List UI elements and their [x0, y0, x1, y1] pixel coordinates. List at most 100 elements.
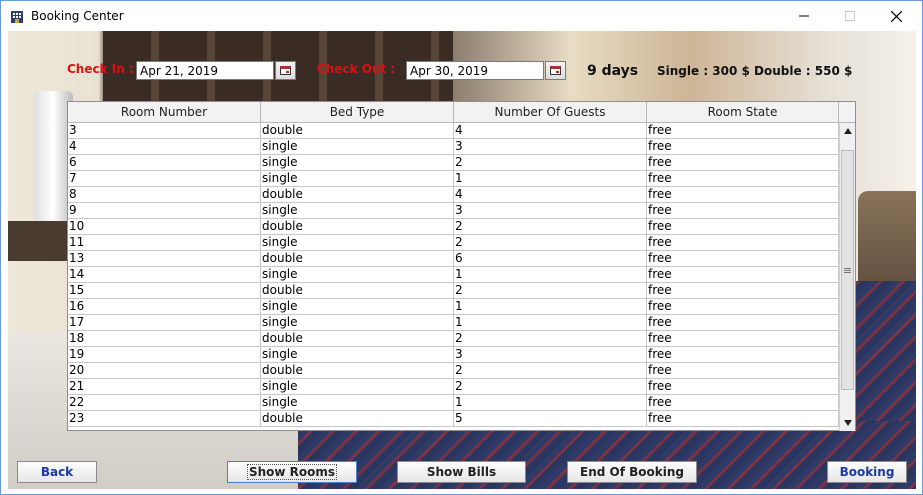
- bed-type-cell[interactable]: single: [261, 203, 454, 219]
- scroll-thumb[interactable]: [841, 150, 854, 390]
- room-state-cell[interactable]: free: [647, 187, 839, 203]
- column-header-room-number[interactable]: Room Number: [68, 102, 261, 123]
- number-of-guests-cell[interactable]: 1: [454, 315, 647, 331]
- number-of-guests-cell[interactable]: 2: [454, 331, 647, 347]
- number-of-guests-cell[interactable]: 4: [454, 123, 647, 139]
- bed-type-cell[interactable]: double: [261, 331, 454, 347]
- number-of-guests-cell[interactable]: 3: [454, 347, 647, 363]
- room-number-cell[interactable]: 7: [68, 171, 261, 187]
- room-number-cell[interactable]: 9: [68, 203, 261, 219]
- back-button[interactable]: Back: [17, 461, 97, 483]
- room-number-cell[interactable]: 14: [68, 267, 261, 283]
- room-state-cell[interactable]: free: [647, 283, 839, 299]
- table-row[interactable]: 17 single 1 free: [68, 315, 839, 331]
- column-header-number-of-guests[interactable]: Number Of Guests: [454, 102, 647, 123]
- number-of-guests-cell[interactable]: 2: [454, 363, 647, 379]
- table-row[interactable]: 3 double 4 free: [68, 123, 839, 139]
- bed-type-cell[interactable]: double: [261, 363, 454, 379]
- room-number-cell[interactable]: 21: [68, 379, 261, 395]
- show-bills-button[interactable]: Show Bills: [397, 461, 526, 483]
- show-rooms-button[interactable]: Show Rooms: [227, 461, 357, 483]
- bed-type-cell[interactable]: single: [261, 155, 454, 171]
- column-header-bed-type[interactable]: Bed Type: [261, 102, 454, 123]
- table-row[interactable]: 20 double 2 free: [68, 363, 839, 379]
- table-row[interactable]: 8 double 4 free: [68, 187, 839, 203]
- number-of-guests-cell[interactable]: 3: [454, 203, 647, 219]
- end-of-booking-button[interactable]: End Of Booking: [567, 461, 697, 483]
- rooms-table[interactable]: Room Number Bed Type Number Of Guests Ro…: [67, 101, 856, 431]
- check-in-calendar-button[interactable]: [275, 61, 296, 80]
- table-row[interactable]: 6 single 2 free: [68, 155, 839, 171]
- bed-type-cell[interactable]: single: [261, 235, 454, 251]
- table-row[interactable]: 9 single 3 free: [68, 203, 839, 219]
- maximize-button[interactable]: [827, 1, 873, 31]
- room-number-cell[interactable]: 18: [68, 331, 261, 347]
- table-row[interactable]: 13 double 6 free: [68, 251, 839, 267]
- table-row[interactable]: 4 single 3 free: [68, 139, 839, 155]
- table-row[interactable]: 7 single 1 free: [68, 171, 839, 187]
- bed-type-cell[interactable]: single: [261, 315, 454, 331]
- bed-type-cell[interactable]: single: [261, 299, 454, 315]
- room-state-cell[interactable]: free: [647, 219, 839, 235]
- table-row[interactable]: 23 double 5 free: [68, 411, 839, 427]
- booking-button[interactable]: Booking: [827, 461, 907, 483]
- bed-type-cell[interactable]: double: [261, 283, 454, 299]
- number-of-guests-cell[interactable]: 1: [454, 395, 647, 411]
- number-of-guests-cell[interactable]: 2: [454, 235, 647, 251]
- table-row[interactable]: 19 single 3 free: [68, 347, 839, 363]
- title-bar[interactable]: Booking Center: [1, 1, 922, 31]
- room-state-cell[interactable]: free: [647, 315, 839, 331]
- room-state-cell[interactable]: free: [647, 235, 839, 251]
- scroll-up-button[interactable]: [840, 123, 856, 139]
- check-in-date-field[interactable]: Apr 21, 2019: [136, 61, 274, 80]
- table-row[interactable]: 16 single 1 free: [68, 299, 839, 315]
- table-row[interactable]: 15 double 2 free: [68, 283, 839, 299]
- number-of-guests-cell[interactable]: 5: [454, 411, 647, 427]
- table-row[interactable]: 11 single 2 free: [68, 235, 839, 251]
- room-number-cell[interactable]: 23: [68, 411, 261, 427]
- room-state-cell[interactable]: free: [647, 331, 839, 347]
- number-of-guests-cell[interactable]: 1: [454, 267, 647, 283]
- room-state-cell[interactable]: free: [647, 203, 839, 219]
- room-number-cell[interactable]: 11: [68, 235, 261, 251]
- bed-type-cell[interactable]: single: [261, 347, 454, 363]
- room-state-cell[interactable]: free: [647, 395, 839, 411]
- bed-type-cell[interactable]: single: [261, 171, 454, 187]
- bed-type-cell[interactable]: double: [261, 219, 454, 235]
- bed-type-cell[interactable]: double: [261, 251, 454, 267]
- check-out-date-field[interactable]: Apr 30, 2019: [406, 61, 544, 80]
- number-of-guests-cell[interactable]: 1: [454, 299, 647, 315]
- table-row[interactable]: 14 single 1 free: [68, 267, 839, 283]
- room-state-cell[interactable]: free: [647, 267, 839, 283]
- number-of-guests-cell[interactable]: 4: [454, 187, 647, 203]
- room-number-cell[interactable]: 3: [68, 123, 261, 139]
- bed-type-cell[interactable]: single: [261, 379, 454, 395]
- room-number-cell[interactable]: 19: [68, 347, 261, 363]
- room-state-cell[interactable]: free: [647, 299, 839, 315]
- bed-type-cell[interactable]: single: [261, 139, 454, 155]
- room-number-cell[interactable]: 10: [68, 219, 261, 235]
- room-number-cell[interactable]: 20: [68, 363, 261, 379]
- scroll-down-button[interactable]: [840, 415, 856, 431]
- table-row[interactable]: 21 single 2 free: [68, 379, 839, 395]
- room-state-cell[interactable]: free: [647, 411, 839, 427]
- table-row[interactable]: 10 double 2 free: [68, 219, 839, 235]
- bed-type-cell[interactable]: double: [261, 187, 454, 203]
- table-row[interactable]: 18 double 2 free: [68, 331, 839, 347]
- check-out-calendar-button[interactable]: [545, 61, 566, 80]
- room-number-cell[interactable]: 17: [68, 315, 261, 331]
- room-state-cell[interactable]: free: [647, 171, 839, 187]
- number-of-guests-cell[interactable]: 6: [454, 251, 647, 267]
- vertical-scrollbar[interactable]: [839, 123, 855, 431]
- room-number-cell[interactable]: 13: [68, 251, 261, 267]
- room-state-cell[interactable]: free: [647, 379, 839, 395]
- room-number-cell[interactable]: 16: [68, 299, 261, 315]
- bed-type-cell[interactable]: single: [261, 267, 454, 283]
- number-of-guests-cell[interactable]: 2: [454, 283, 647, 299]
- number-of-guests-cell[interactable]: 3: [454, 139, 647, 155]
- room-number-cell[interactable]: 4: [68, 139, 261, 155]
- column-header-room-state[interactable]: Room State: [647, 102, 839, 123]
- number-of-guests-cell[interactable]: 2: [454, 219, 647, 235]
- minimize-button[interactable]: [781, 1, 827, 31]
- table-row[interactable]: 22 single 1 free: [68, 395, 839, 411]
